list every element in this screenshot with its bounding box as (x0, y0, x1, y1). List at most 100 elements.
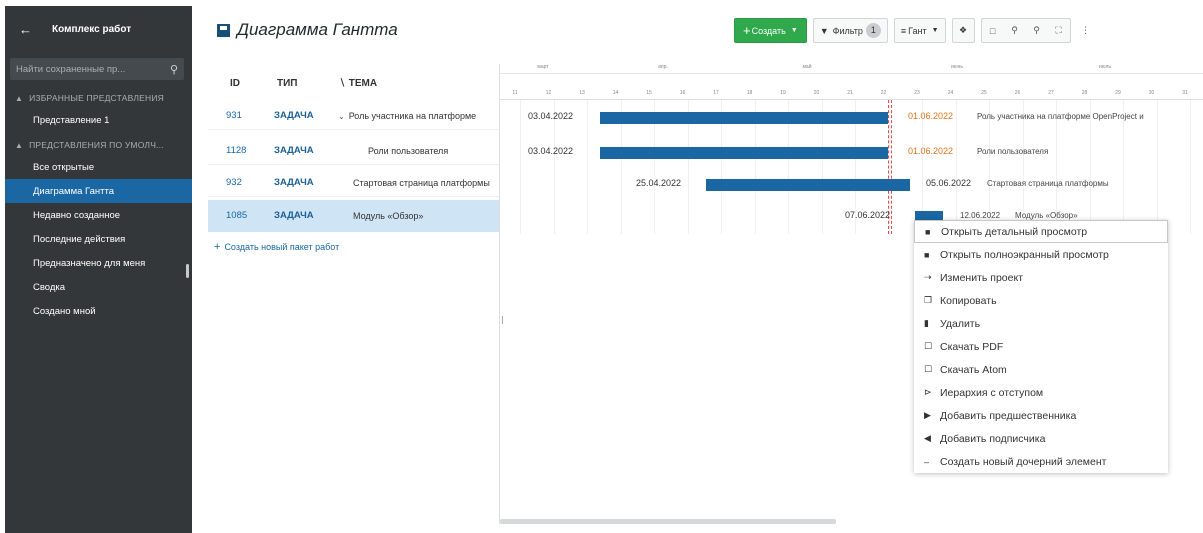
search-icon[interactable]: ⚲ (170, 63, 178, 76)
bar-label: Роли пользователя (977, 147, 1049, 156)
info-button[interactable]: ❖ (951, 18, 975, 43)
context-menu-item[interactable]: ☐ Скачать Atom (914, 358, 1168, 381)
sidebar: ← Комплекс работ Найти сохраненные пр...… (5, 6, 192, 533)
context-menu-item[interactable]: ▮ Удалить (914, 312, 1168, 335)
details-view-icon: ■ (925, 226, 931, 237)
context-menu-item[interactable]: ☐ Скачать PDF (914, 335, 1168, 358)
gantt-day-label: 30 (1148, 90, 1155, 96)
context-menu-item[interactable]: ⇢ Изменить проект (914, 266, 1168, 289)
row-id-link[interactable]: 931 (226, 110, 242, 121)
gantt-bar[interactable] (600, 112, 888, 124)
add-work-package-link[interactable]: + Создать новый пакет работ (214, 241, 339, 253)
sidebar-item-recently-created[interactable]: Недавно созданное (5, 203, 192, 227)
bar-end-date: 01.06.2022 (908, 146, 954, 156)
gantt-grid-line (1190, 100, 1191, 234)
gantt-bar[interactable] (600, 147, 888, 159)
context-menu-item[interactable]: ■ Открыть детальный просмотр (914, 220, 1168, 243)
gantt-day-label: 27 (1048, 90, 1054, 96)
row-subject[interactable]: Модуль «Обзор» (353, 211, 513, 221)
row-id-link[interactable]: 1085 (226, 210, 247, 221)
sidebar-item-assigned-to-me[interactable]: Предназначено для меня (5, 251, 192, 275)
table-row[interactable]: 1128 ЗАДАЧА Роли пользователя (208, 137, 499, 165)
sidebar-item-all-open[interactable]: Все открытые (5, 155, 192, 179)
bar-start-date: 03.04.2022 (528, 111, 574, 121)
row-subject[interactable]: Стартовая страница платформы (353, 178, 498, 188)
gantt-month-label: июль (1099, 64, 1111, 70)
create-button[interactable]: + Создать ▼ (734, 18, 807, 43)
table-row[interactable]: 932 ЗАДАЧА Стартовая страница платформы (208, 169, 499, 197)
sidebar-item-created-by-me[interactable]: Создано мной (5, 299, 192, 323)
page-title-text: Диаграмма Гантта (237, 20, 398, 39)
gantt-bar[interactable] (706, 179, 910, 191)
context-menu-item[interactable]: ‒ Создать новый дочерний элемент (914, 450, 1168, 473)
bar-end-date: 01.06.2022 (908, 111, 954, 121)
filter-label: Фильтр (832, 25, 863, 36)
sidebar-group-default[interactable]: ▲ ПРЕДСТАВЛЕНИЯ ПО УМОЛЧ... (5, 135, 192, 155)
table-row[interactable]: 931 ЗАДАЧА ⌄ Роль участника на платформе (208, 102, 499, 130)
row-subject-text: Роль участника на платформе (348, 110, 477, 121)
context-menu-item-label: Копировать (940, 294, 997, 307)
hierarchy-icon: ∖ (339, 77, 349, 89)
sidebar-item-label: Создано мной (33, 305, 96, 317)
sidebar-group-favorites[interactable]: ▲ ИЗБРАННЫЕ ПРЕДСТАВЛЕНИЯ (5, 88, 192, 108)
context-menu-item[interactable]: ▶ Добавить предшественника (914, 404, 1168, 427)
sidebar-item-label: Сводка (33, 281, 66, 293)
bar-label: Роль участника на платформе OpenProject … (977, 112, 1144, 121)
gantt-month-header: март апр. май июнь июль (500, 64, 1203, 74)
column-header-id[interactable]: ID (230, 78, 240, 89)
sidebar-header: ← Комплекс работ (5, 6, 192, 52)
table-row[interactable]: 1085 ЗАДАЧА Модуль «Обзор» (208, 200, 499, 232)
gantt-grid-line (520, 100, 521, 234)
gantt-day-label: 11 (512, 90, 518, 96)
caret-down-icon: ▼ (931, 27, 939, 34)
saved-views-search-input[interactable]: Найти сохраненные пр... ⚲ (10, 58, 184, 80)
context-menu-item[interactable]: ⊳ Иерархия с отступом (914, 381, 1168, 404)
more-menu-button[interactable]: ⋮ (1077, 18, 1095, 43)
sidebar-item-label: Все открытые (33, 161, 95, 173)
gantt-day-label: 14 (612, 90, 619, 96)
bar-label: Стартовая страница платформы (987, 179, 1109, 188)
fullscreen-icon[interactable]: ⛶ (1048, 25, 1070, 36)
gantt-day-label: 13 (579, 90, 585, 96)
column-header-type[interactable]: ТИП (277, 78, 297, 89)
context-menu-item[interactable]: ❐ Копировать (914, 289, 1168, 312)
zoom-controls: □ ⚲ ⚲ ⛶ (980, 18, 1071, 43)
group-label: ПРЕДСТАВЛЕНИЯ ПО УМОЛЧ... (29, 140, 164, 150)
pdf-file-icon: ☐ (924, 341, 933, 351)
context-menu-item[interactable]: ◀ Добавить подписчика (914, 427, 1168, 450)
sidebar-item-latest-activity[interactable]: Последние действия (5, 227, 192, 251)
row-type: ЗАДАЧА (274, 110, 314, 121)
add-predecessor-icon: ▶ (924, 410, 931, 420)
zoom-in-icon[interactable]: ⚲ (1026, 25, 1048, 36)
move-project-icon: ⇢ (924, 272, 932, 282)
context-menu-item-label: Изменить проект (940, 271, 1024, 284)
chevron-down-icon[interactable]: ⌄ (338, 112, 345, 121)
gantt-icon: ≡ (900, 25, 907, 36)
sidebar-item-label: Диаграмма Гантта (33, 185, 115, 197)
sidebar-scrollbar[interactable] (186, 264, 189, 278)
gantt-day-label: 24 (947, 90, 954, 96)
info-icon: ❖ (959, 25, 968, 35)
gantt-grid-line (1156, 100, 1158, 234)
zoom-out-icon[interactable]: ⚲ (1004, 25, 1026, 36)
bar-end-date: 12.06.2022 (960, 211, 1001, 220)
sidebar-item-gantt[interactable]: Диаграмма Гантта (5, 179, 192, 203)
row-id-link[interactable]: 1128 (226, 145, 246, 156)
view-mode-button[interactable]: ≡ Гант ▼ (893, 18, 946, 43)
gantt-day-label: 22 (880, 90, 887, 96)
save-icon[interactable] (217, 23, 230, 37)
row-subject[interactable]: ⌄ Роль участника на платформе (338, 111, 498, 121)
fullscreen-view-icon: ■ (924, 249, 930, 260)
arrow-left-icon[interactable]: ← (19, 22, 32, 37)
view-mode-label: Гант (908, 25, 927, 36)
split-resize-handle[interactable] (502, 316, 503, 324)
context-menu-item[interactable]: ■ Открыть полноэкранный просмотр (914, 243, 1168, 266)
gantt-day-header: 11 12 13 14 15 16 17 18 19 20 21 22 23 24 25 26 27 28 29 30… (500, 88, 1203, 100)
row-id-link[interactable]: 932 (226, 177, 242, 188)
filter-button[interactable]: ▼ Фильтр 1 (812, 18, 888, 43)
sidebar-item-view-1[interactable]: Представление 1 (5, 108, 192, 132)
zoom-auto-icon[interactable]: □ (982, 26, 1004, 36)
column-header-subject[interactable]: ∖ ТЕМА (339, 78, 377, 89)
sidebar-item-summary[interactable]: Сводка (5, 275, 192, 299)
gantt-horizontal-scrollbar[interactable] (500, 519, 836, 524)
